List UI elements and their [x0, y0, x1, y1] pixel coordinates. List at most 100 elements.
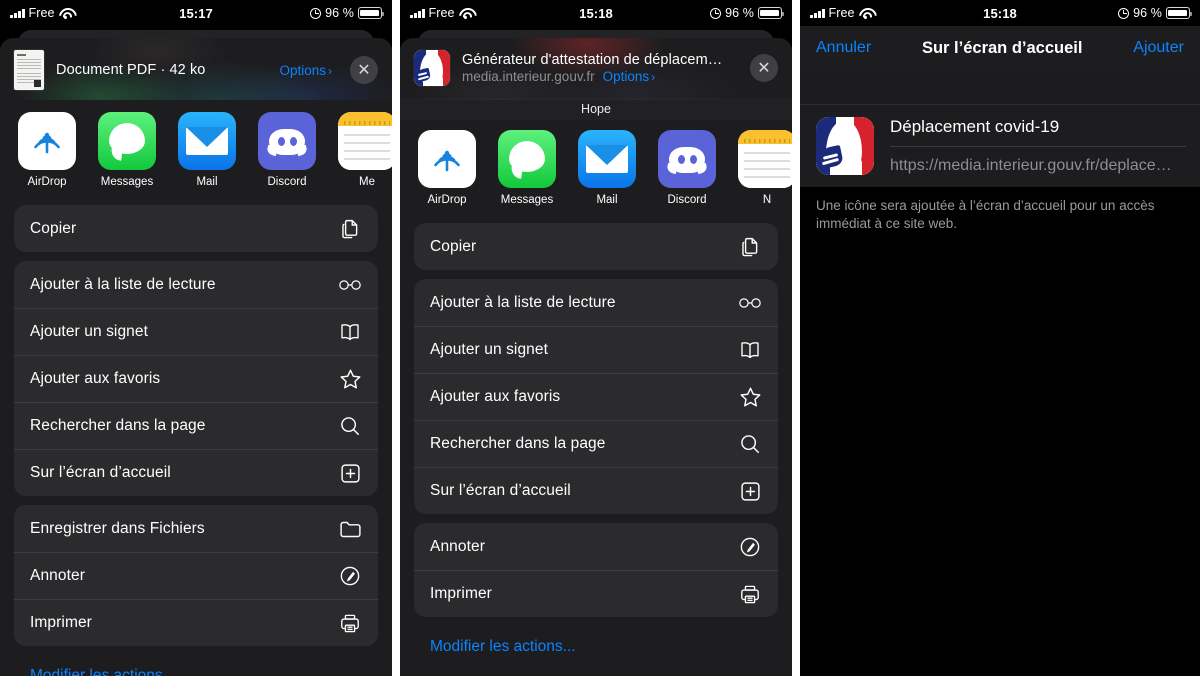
- options-button-2[interactable]: Options ›: [603, 69, 656, 84]
- share-target-notes[interactable]: N: [738, 130, 792, 206]
- action-label: Sur l’écran d’accueil: [430, 482, 571, 499]
- plus-square-icon: [738, 479, 762, 503]
- action-row-print[interactable]: Imprimer: [14, 599, 378, 646]
- action-label: Ajouter à la liste de lecture: [30, 275, 216, 293]
- copy-icon: [338, 217, 362, 241]
- share-target-label: Mail: [196, 176, 218, 188]
- action-group-files-2: Annoter Imprimer: [414, 523, 778, 617]
- action-row-markup[interactable]: Annoter: [414, 523, 778, 570]
- edit-actions-link-1[interactable]: Modifier les actions...: [0, 655, 392, 676]
- action-group-copy-1: Copier: [14, 205, 378, 252]
- action-group-browser-1: Ajouter à la liste de lecture Ajouter un…: [14, 261, 378, 496]
- action-group-copy-2: Copier: [414, 223, 778, 270]
- markup-icon: [738, 535, 762, 559]
- action-row-print[interactable]: Imprimer: [414, 570, 778, 617]
- add-button[interactable]: Ajouter: [1133, 39, 1184, 57]
- status-bar-3: Free 15:18 96 %: [800, 0, 1200, 26]
- bookmark-name-input[interactable]: Déplacement covid-19: [890, 117, 1186, 146]
- share-target-label: Discord: [667, 194, 707, 206]
- close-button-2[interactable]: ✕: [750, 54, 778, 82]
- share-sheet-header-2: Générateur d'attestation de déplacem… me…: [400, 38, 792, 98]
- chevron-right-icon: ›: [651, 70, 656, 84]
- discord-icon: [258, 112, 316, 170]
- messages-icon: [498, 130, 556, 188]
- app-share-targets-2: AirDrop Messages Mail Discord N: [400, 120, 792, 214]
- edit-actions-link-2[interactable]: Modifier les actions...: [400, 626, 792, 656]
- navigation-bar-3: Annuler Sur l’écran d’accueil Ajouter: [800, 26, 1200, 70]
- action-label: Rechercher dans la page: [430, 435, 606, 452]
- action-row-copier[interactable]: Copier: [414, 223, 778, 270]
- action-label: Copier: [430, 237, 477, 255]
- action-label: Rechercher dans la page: [30, 417, 206, 434]
- copy-icon: [738, 235, 762, 259]
- markup-icon: [338, 564, 362, 588]
- options-button-1[interactable]: Options ›: [279, 63, 332, 78]
- panel-divider-2: [792, 0, 800, 676]
- share-target-label: AirDrop: [27, 176, 67, 188]
- close-button-1[interactable]: ✕: [350, 56, 378, 84]
- status-bar-1: Free 15:17 96 %: [0, 0, 392, 26]
- share-target-mail[interactable]: Mail: [578, 130, 636, 206]
- explanatory-note: Une icône sera ajoutée à l’écran d’accue…: [800, 187, 1200, 234]
- action-row-save-to-files[interactable]: Enregistrer dans Fichiers: [14, 505, 378, 552]
- action-label: Ajouter aux favoris: [430, 388, 561, 405]
- share-target-messages[interactable]: Messages: [98, 112, 156, 188]
- action-label: Enregistrer dans Fichiers: [30, 519, 205, 537]
- action-row-copier[interactable]: Copier: [14, 205, 378, 252]
- action-row-add-favorites[interactable]: Ajouter aux favoris: [14, 355, 378, 402]
- alarm-icon: [1118, 7, 1130, 19]
- action-row-add-reading-list[interactable]: Ajouter à la liste de lecture: [14, 261, 378, 308]
- book-icon: [338, 320, 362, 344]
- share-title: Document PDF · 42 ko: [56, 62, 206, 78]
- action-row-add-bookmark[interactable]: Ajouter un signet: [414, 326, 778, 373]
- action-row-add-reading-list[interactable]: Ajouter à la liste de lecture: [414, 279, 778, 326]
- battery-icon: [1166, 7, 1193, 19]
- action-row-add-to-home-screen[interactable]: Sur l’écran d’accueil: [14, 449, 378, 496]
- status-clock: 15:17: [179, 5, 213, 21]
- action-row-find-in-page[interactable]: Rechercher dans la page: [14, 402, 378, 449]
- share-target-discord[interactable]: Discord: [258, 112, 316, 188]
- action-label: Sur l’écran d’accueil: [30, 464, 171, 481]
- discord-icon: [658, 130, 716, 188]
- cancel-button[interactable]: Annuler: [816, 39, 871, 57]
- share-target-airdrop[interactable]: AirDrop: [418, 130, 476, 206]
- status-clock: 15:18: [983, 5, 1017, 21]
- share-target-label: N: [762, 194, 772, 206]
- book-icon: [738, 338, 762, 362]
- app-share-targets-1: AirDrop Messages Mail Discord Me: [0, 102, 392, 196]
- action-row-find-in-page[interactable]: Rechercher dans la page: [414, 420, 778, 467]
- action-row-add-to-home-screen[interactable]: Sur l’écran d’accueil: [414, 467, 778, 514]
- share-host: media.interieur.gouv.fr: [462, 69, 595, 84]
- action-row-add-favorites[interactable]: Ajouter aux favoris: [414, 373, 778, 420]
- share-header-text-2: Générateur d'attestation de déplacem… me…: [462, 52, 740, 84]
- share-subtitle-row: media.interieur.gouv.fr Options ›: [462, 69, 740, 84]
- share-target-label: Mail: [596, 194, 618, 206]
- status-clock: 15:18: [579, 5, 613, 21]
- search-icon: [338, 414, 362, 438]
- panel-add-to-home-screen: Free 15:18 96 % Annuler Sur l’écran d’ac…: [800, 0, 1200, 676]
- action-group-browser-2: Ajouter à la liste de lecture Ajouter un…: [414, 279, 778, 514]
- action-row-markup[interactable]: Annoter: [14, 552, 378, 599]
- search-icon: [738, 432, 762, 456]
- share-target-airdrop[interactable]: AirDrop: [18, 112, 76, 188]
- share-sheet-header-1: Document PDF · 42 ko Options › ✕: [0, 38, 392, 102]
- glasses-icon: [338, 273, 362, 297]
- action-row-add-bookmark[interactable]: Ajouter un signet: [14, 308, 378, 355]
- share-target-discord[interactable]: Discord: [658, 130, 716, 206]
- screenshot-stage: Free 15:17 96 % Document PDF · 42 ko Opt…: [0, 0, 1200, 676]
- messages-icon: [98, 112, 156, 170]
- action-label: Annoter: [430, 537, 485, 555]
- pdf-document-thumbnail-icon: [14, 50, 44, 90]
- share-target-messages[interactable]: Messages: [498, 130, 556, 206]
- chevron-right-icon: ›: [328, 63, 332, 78]
- bookmark-edit-card: Déplacement covid-19 https://media.inter…: [800, 104, 1200, 187]
- bookmark-fields: Déplacement covid-19 https://media.inter…: [890, 117, 1186, 175]
- battery-icon: [358, 7, 385, 19]
- share-target-notes[interactable]: Me: [338, 112, 392, 188]
- share-target-mail[interactable]: Mail: [178, 112, 236, 188]
- action-label: Ajouter à la liste de lecture: [430, 293, 616, 311]
- glasses-icon: [738, 291, 762, 315]
- action-group-files-1: Enregistrer dans Fichiers Annoter Imprim…: [14, 505, 378, 646]
- panel-share-sheet-web: Free 15:18 96 % Générateur d'attestation…: [400, 0, 792, 676]
- share-target-label: AirDrop: [427, 194, 467, 206]
